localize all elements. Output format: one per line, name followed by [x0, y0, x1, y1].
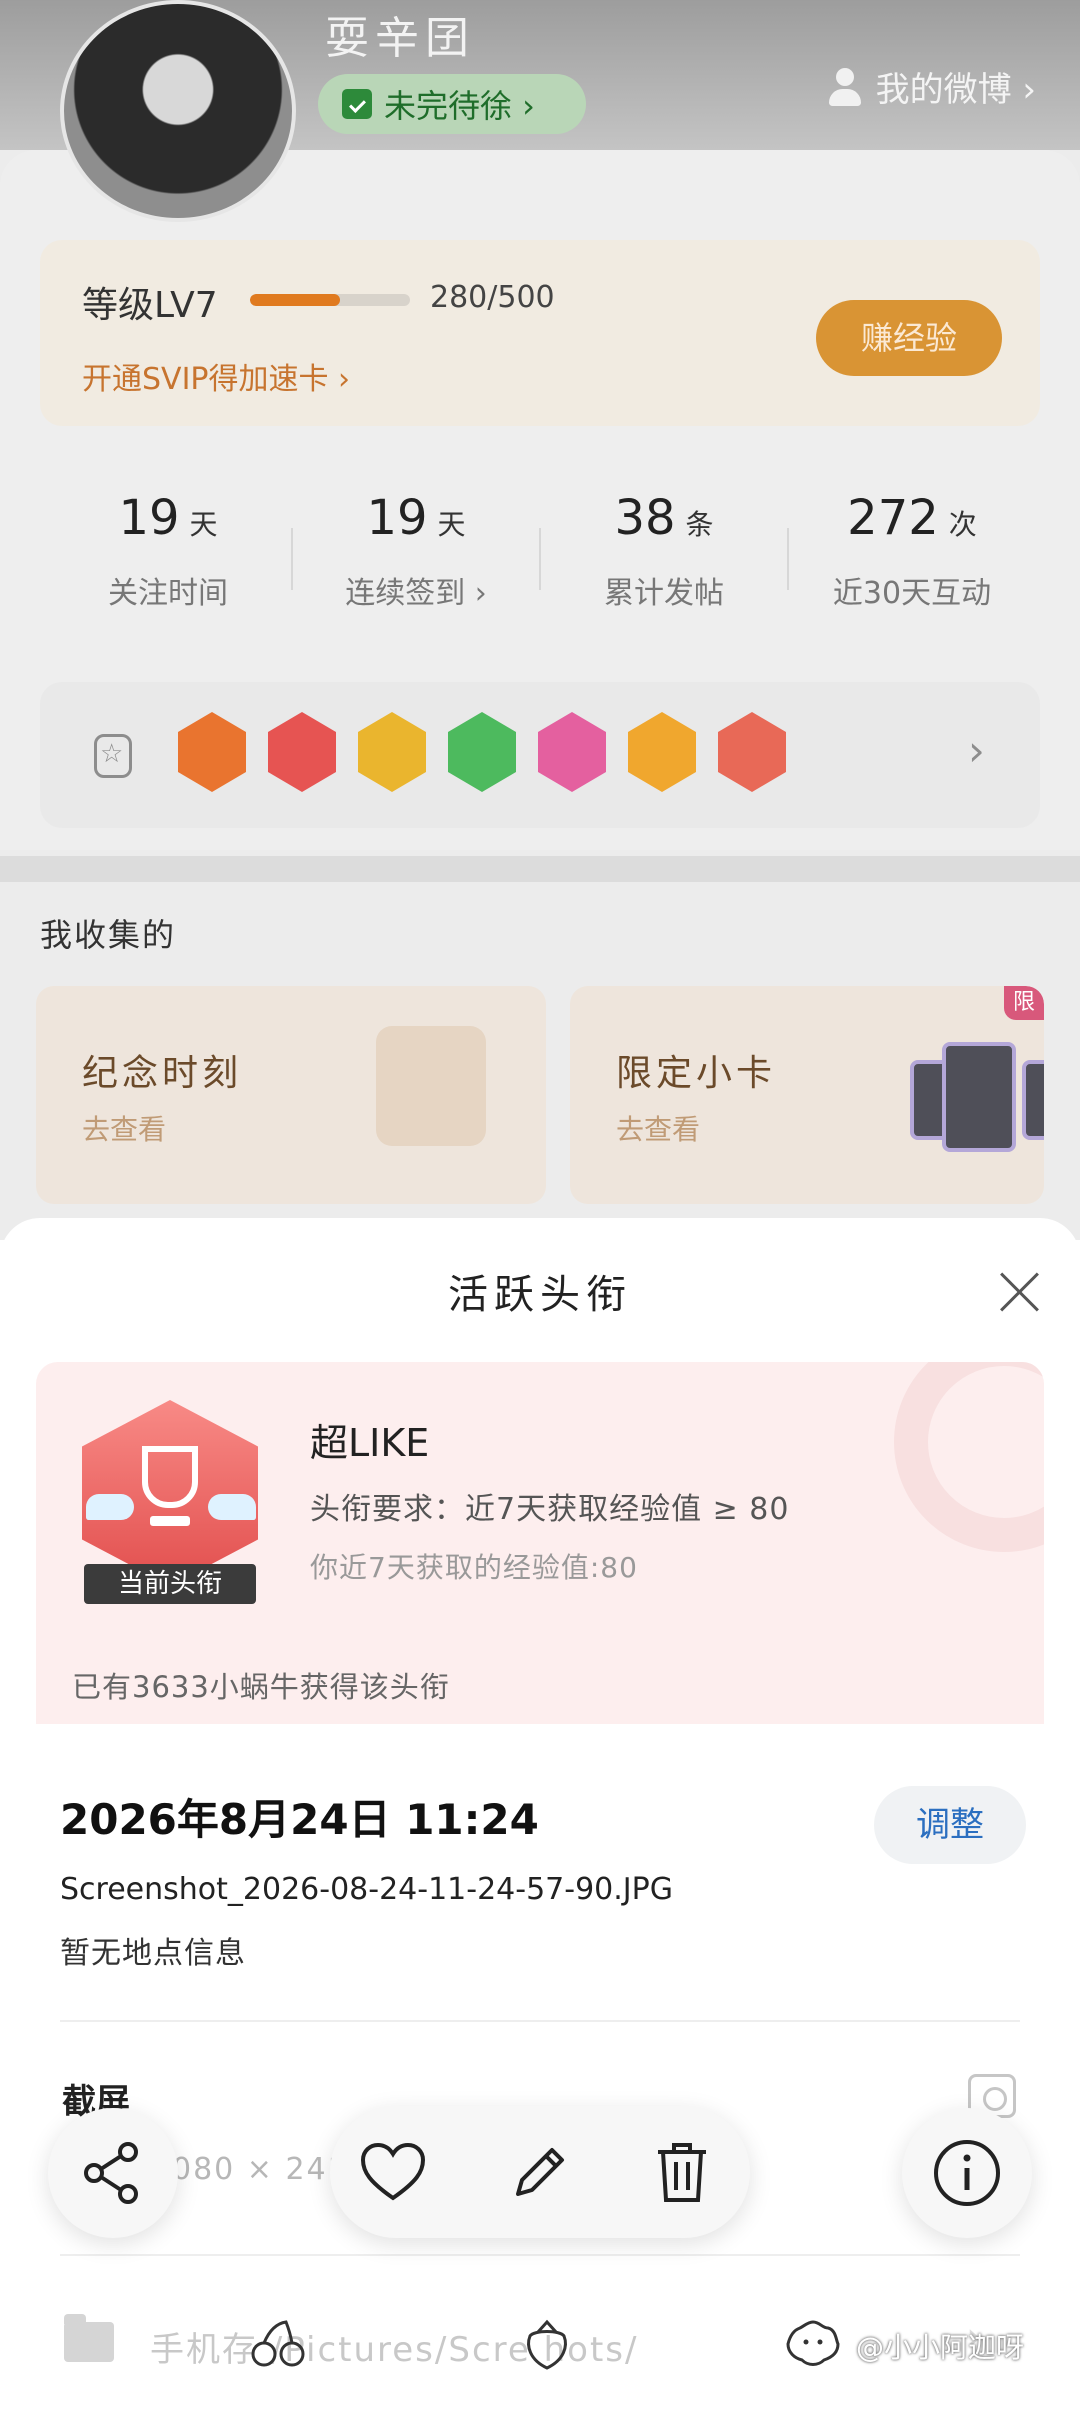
stat-label: 累计发帖: [604, 576, 724, 611]
photo-filename: Screenshot_2026-08-24-11-24-57-90.JPG: [60, 1872, 673, 1907]
collections-title: 我收集的: [40, 916, 177, 954]
stat-unit: 条: [685, 508, 714, 541]
collection-subtitle: 去查看: [616, 1113, 701, 1146]
stat-label: 近30天互动: [832, 576, 992, 611]
sheet-title: 活跃头衔: [448, 1272, 632, 1318]
stat-interactions: 272 次 近30天互动: [792, 490, 1032, 612]
flower-sticker-icon: [784, 2318, 842, 2379]
decorative-ring: [894, 1362, 1044, 1552]
stat-unit: 次: [948, 508, 977, 541]
photo-dimensions: 080 × 241: [172, 2152, 349, 2187]
delete-trash-icon[interactable]: [654, 2140, 710, 2204]
share-button[interactable]: [48, 2108, 178, 2238]
level-progress-fill: [250, 294, 340, 306]
section-divider: [0, 856, 1080, 882]
close-icon[interactable]: [998, 1270, 1042, 1314]
edit-pencil-icon[interactable]: [508, 2142, 570, 2204]
collection-card-limited[interactable]: 限定小卡 去查看 限: [570, 986, 1044, 1204]
stat-follow-days: 19 天 关注时间: [48, 490, 288, 612]
collection-title: 限定小卡: [616, 1053, 777, 1094]
stat-unit: 天: [189, 508, 218, 541]
medal-chevron-icon[interactable]: ›: [968, 726, 985, 775]
stat-label: 关注时间: [108, 576, 228, 611]
info-icon: [932, 2138, 1002, 2208]
collection-subtitle: 去查看: [82, 1113, 167, 1146]
trophy-icon: [142, 1446, 198, 1508]
my-weibo-link[interactable]: 我的微博 ›: [826, 62, 1036, 111]
my-exp-value: 你近7天获取的经验值:80: [310, 1551, 638, 1584]
title-name: 超LIKE: [310, 1421, 430, 1465]
limited-tag: 限: [1004, 986, 1044, 1020]
wing-icon: [86, 1494, 134, 1520]
strawberry-sticker-icon: [522, 2318, 572, 2381]
photo-datetime: 2026年8月24日 11:24: [60, 1795, 539, 1844]
stat-divider: [539, 528, 541, 590]
svip-link[interactable]: 开通SVIP得加速卡 ›: [82, 354, 350, 398]
stat-value: 19: [118, 490, 180, 546]
stat-divider: [787, 528, 789, 590]
stat-value: 272: [847, 490, 939, 546]
trophy-base: [150, 1516, 190, 1526]
heart-icon[interactable]: [360, 2142, 426, 2202]
photo-card-thumbnail: [1022, 1060, 1044, 1140]
current-title-label: 当前头衔: [84, 1564, 256, 1604]
folder-icon: [64, 2314, 114, 2362]
earn-exp-button[interactable]: 赚经验: [816, 300, 1002, 376]
title-requirement: 头衔要求：近7天获取经验值 ≥ 80: [310, 1492, 790, 1527]
title-holders-count: 已有3633小蜗牛获得该头衔: [72, 1670, 450, 1704]
stat-unit: 天: [437, 508, 466, 541]
stat-divider: [291, 528, 293, 590]
share-icon: [80, 2142, 146, 2204]
person-icon: [826, 67, 864, 106]
level-progress-text: 280/500: [430, 280, 555, 315]
my-weibo-label: 我的微博 ›: [875, 70, 1036, 110]
calendar-check-icon: [342, 89, 372, 119]
cherry-sticker-icon: [250, 2318, 306, 2379]
avatar[interactable]: [60, 0, 296, 222]
stat-value: 38: [614, 490, 676, 546]
medal-star-icon: [94, 734, 132, 778]
stat-label: 连续签到 ›: [345, 576, 487, 611]
todo-button[interactable]: 未完待徐 ›: [318, 74, 586, 134]
info-button[interactable]: [902, 2108, 1032, 2238]
stat-value: 19: [366, 490, 428, 546]
divider: [60, 2254, 1020, 2256]
level-progress-bar: [250, 294, 410, 306]
photo-card-thumbnail: [942, 1042, 1016, 1152]
divider: [60, 2020, 1020, 2022]
photo-location: 暂无地点信息: [60, 1936, 246, 1971]
username: 耍辛囝: [325, 13, 475, 64]
todo-label: 未完待徐 ›: [384, 87, 535, 125]
collection-title: 纪念时刻: [82, 1053, 243, 1094]
watermark: @小小阿迦呀: [856, 2331, 1025, 2364]
level-label: 等级LV7: [82, 285, 218, 326]
action-group: [330, 2106, 750, 2238]
collection-card-moments[interactable]: 纪念时刻 去查看: [36, 986, 546, 1204]
wing-icon: [208, 1494, 256, 1520]
stat-checkin-days[interactable]: 19 天 连续签到 ›: [296, 490, 536, 612]
stat-posts: 38 条 累计发帖: [544, 490, 784, 612]
calendar-illustration-icon: [376, 1026, 486, 1146]
adjust-button[interactable]: 调整: [874, 1786, 1026, 1864]
